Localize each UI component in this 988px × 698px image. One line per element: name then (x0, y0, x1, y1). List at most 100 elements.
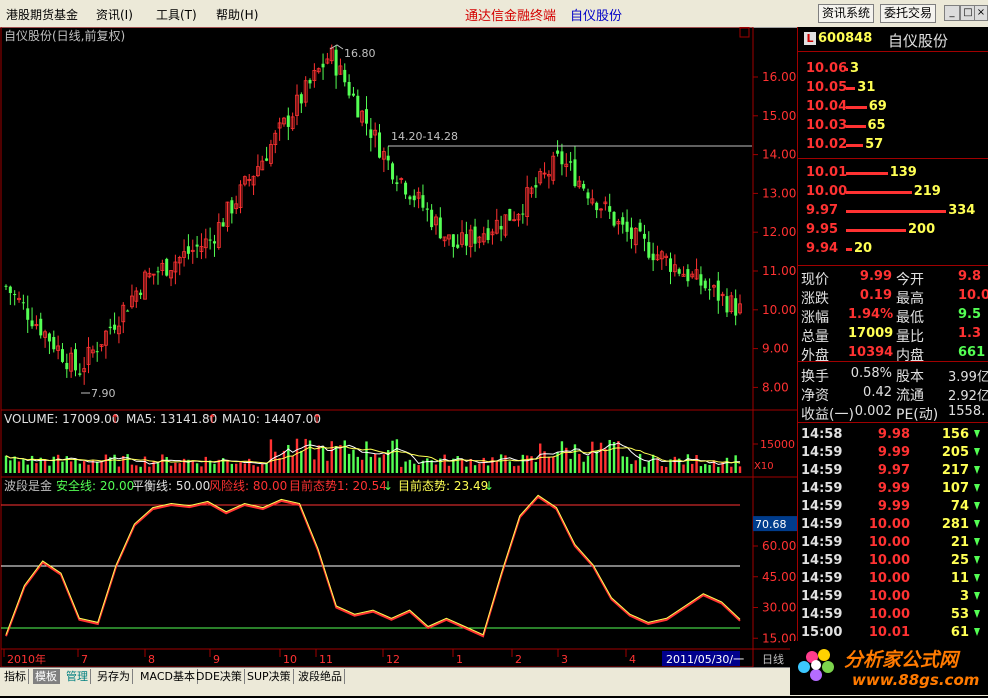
tick-volume: 281 (941, 517, 969, 532)
date-axis-label: 3 (561, 653, 568, 666)
trend1-label: 目前态势1: 20.54 (289, 478, 387, 493)
menu-item-hk-futures[interactable]: 港股期货基金 (6, 6, 78, 23)
indicator-axis-label: 45.00 (762, 570, 796, 584)
tick-time: 14:58 (801, 427, 843, 442)
tick-row: 14:59 10.00 281 (798, 516, 988, 534)
tab-manage[interactable]: 管理 (64, 669, 91, 684)
bid-volume-bar (846, 191, 912, 194)
kline-chart-area[interactable]: 自仪股份(日线,前复权) VOLUME: 17009.00 ↑ MA5: 131… (0, 27, 797, 667)
tick-down-arrow-icon (974, 538, 980, 546)
candle-body (508, 208, 512, 221)
chart-expand-icon[interactable] (739, 27, 750, 38)
volume-bar (569, 458, 572, 473)
candle-body (113, 324, 117, 330)
volume-bar (560, 441, 564, 473)
menu-item-help[interactable]: 帮助(H) (216, 6, 258, 23)
candle-body (60, 349, 64, 362)
candle-body (582, 183, 586, 189)
tab-band[interactable]: 波段绝品 (296, 669, 345, 684)
candle-body (677, 269, 681, 274)
price-axis-label: 9.00 (762, 342, 789, 356)
ask-row: 10.06 3 (798, 60, 988, 78)
tick-down-arrow-icon (974, 466, 980, 474)
volume-bar (330, 441, 333, 473)
tab-macd[interactable]: MACD基本 (138, 669, 198, 684)
volume-bar (460, 459, 464, 473)
candle-body (669, 258, 673, 272)
balance-line-label: 平衡线: 50.00 (132, 479, 210, 493)
volume-bar (334, 446, 338, 473)
volume-bar (660, 466, 664, 473)
volume-bar (434, 464, 438, 473)
indicator-axis-label: 30.00 (762, 601, 796, 615)
stat-label-2: 今开 (896, 272, 924, 288)
volume-bar (69, 461, 73, 473)
watermark-logo: 分析家公式网 www.88gs.com (790, 641, 988, 695)
tick-down-arrow-icon (974, 610, 980, 618)
volume-bar (126, 454, 129, 473)
candle-body (65, 362, 69, 370)
date-axis-label: 2 (515, 653, 522, 666)
tab-indicator[interactable]: 指标 (2, 669, 29, 684)
volume-bar (256, 466, 260, 473)
bid-row: 10.00 219 (798, 183, 988, 201)
volume-bar (347, 453, 351, 473)
menu-item-tools[interactable]: 工具(T) (156, 6, 197, 23)
volume-bar (630, 463, 633, 473)
bid-volume-bar (846, 172, 888, 175)
close-icon[interactable]: × (974, 5, 988, 21)
tick-down-arrow-icon (974, 556, 980, 564)
volume-bar (139, 466, 142, 473)
volume-bar (634, 460, 637, 473)
volume-bar (61, 461, 64, 473)
volume-bar (578, 453, 581, 473)
volume-bar (512, 466, 516, 473)
tab-dde[interactable]: DDE决策 (194, 669, 245, 684)
tick-down-arrow-icon (974, 484, 980, 492)
volume-bar (35, 463, 38, 473)
volume-bar (17, 461, 21, 473)
minimize-icon[interactable]: _ (944, 5, 960, 21)
fundamental-label: 换手 (801, 369, 829, 385)
volume-bar (52, 456, 55, 473)
volume-bar (213, 463, 216, 473)
volume-bar (486, 465, 490, 473)
fundamental-value-2: 3.99亿 (948, 370, 988, 385)
price-axis-label: 11.00 (762, 264, 796, 278)
info-system-button[interactable]: 资讯系统 (818, 4, 875, 23)
tab-sup[interactable]: SUP决策 (245, 669, 294, 684)
volume-bar (13, 456, 16, 473)
date-axis-label: 7 (81, 653, 88, 666)
volume-bar (78, 463, 82, 473)
candle-body (451, 234, 455, 247)
menu-item-info[interactable]: 资讯(I) (96, 6, 133, 23)
volume-bar (595, 450, 598, 473)
tab-template[interactable]: 模板 (33, 669, 60, 684)
trade-button[interactable]: 委托交易 (880, 4, 937, 23)
candle-body (699, 274, 703, 286)
chart-canvas[interactable]: 自仪股份(日线,前复权) VOLUME: 17009.00 ↑ MA5: 131… (0, 27, 797, 667)
volume-bar (234, 463, 238, 473)
volume-bar (591, 441, 594, 473)
volume-bar (356, 456, 359, 473)
volume-bar (82, 461, 86, 473)
volume-bar (104, 454, 108, 473)
volume-bar (204, 456, 207, 473)
candle-body (725, 296, 729, 313)
tick-price: 9.98 (877, 427, 910, 442)
volume-bar (725, 457, 729, 473)
candle-body (21, 302, 25, 304)
candle-body (139, 292, 143, 295)
indicator-axis: 70.6860.0045.0030.0015.00 (753, 516, 797, 645)
tick-row: 14:59 9.97 217 (798, 462, 988, 480)
candle-body (556, 150, 560, 154)
tick-time: 14:59 (801, 463, 843, 478)
stat-label: 涨跌 (801, 291, 829, 307)
tab-save-as[interactable]: 另存为 (95, 669, 133, 684)
candle-body (560, 151, 564, 165)
volume-bar (96, 461, 99, 473)
fundamental-label-2: PE(动) (896, 407, 939, 423)
candle-body (299, 94, 303, 104)
tick-down-arrow-icon (974, 448, 980, 456)
volume-bar (717, 466, 720, 473)
